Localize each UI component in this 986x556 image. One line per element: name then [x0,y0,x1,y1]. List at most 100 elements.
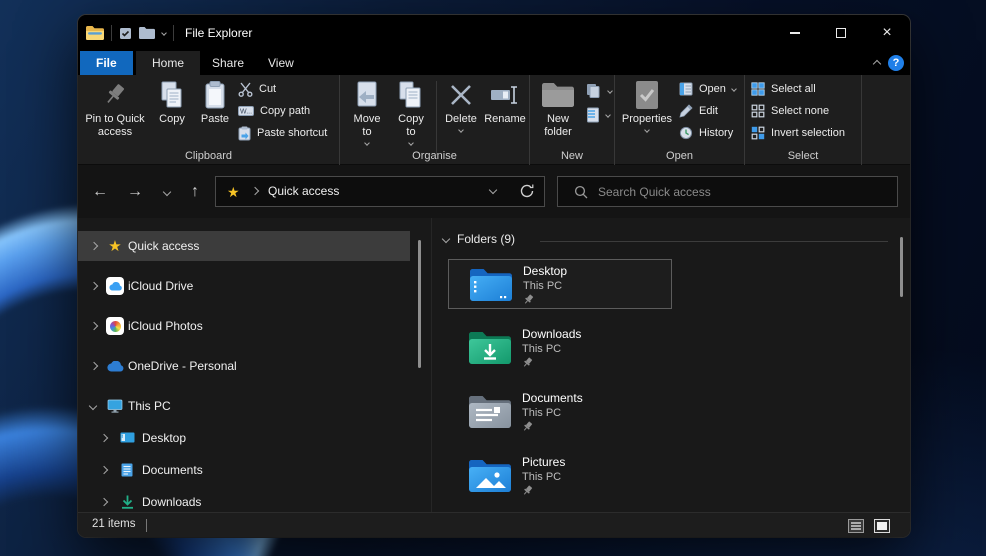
desktop-wallpaper: File Explorer × File Home Share View ? [0,0,986,556]
qat-separator [111,25,112,41]
copy-to-icon [398,77,424,113]
content-scrollbar[interactable] [900,237,903,297]
search-input[interactable] [598,177,878,206]
qat-new-folder-icon[interactable] [139,27,155,39]
search-box[interactable] [557,176,898,207]
section-header-folders[interactable]: Folders (9) [443,232,515,246]
folder-tile-pictures[interactable]: Pictures This PC [448,451,672,501]
address-location[interactable]: Quick access [268,184,339,198]
edit-icon [679,104,693,118]
invert-selection-button[interactable]: Invert selection [751,123,845,143]
expand-chevron-icon[interactable] [90,242,98,250]
open-icon [679,82,693,96]
ribbon: Pin to Quick access Copy Paste [78,75,910,165]
ribbon-group-clipboard: Pin to Quick access Copy Paste [78,75,340,165]
easy-access-button[interactable] [586,105,610,125]
pin-icon [104,77,126,113]
history-icon [679,126,693,140]
details-view-button[interactable] [846,517,866,534]
ribbon-group-organise: Move to Copy to Delete [340,75,530,165]
delete-icon [449,77,473,113]
move-to-button[interactable]: Move to [346,77,388,145]
ribbon-tab-row: File Home Share View ? [78,51,910,75]
tab-view[interactable]: View [252,51,310,75]
documents-folder-icon [468,394,512,430]
address-bar[interactable]: ★ Quick access [215,176,545,207]
expand-chevron-icon[interactable] [100,434,108,442]
new-item-button[interactable] [586,81,612,101]
icloud-photos-icon [106,317,124,335]
sidebar-item-this-pc[interactable]: This PC [78,391,410,421]
properties-icon [634,77,660,113]
delete-dropdown-icon [458,127,464,133]
select-none-button[interactable]: Select none [751,101,829,121]
copy-path-button[interactable]: W... Copy path [238,101,310,121]
title-bar[interactable]: File Explorer × [78,15,910,51]
folder-tile-downloads[interactable]: Downloads This PC [448,323,672,373]
address-dropdown-icon[interactable] [489,186,497,194]
delete-button[interactable]: Delete [440,77,482,132]
quick-access-toolbar: File Explorer [86,15,252,51]
group-label-select: Select [745,150,861,162]
recent-locations-icon[interactable] [154,179,180,205]
status-bar: 21 items [78,512,910,537]
minimize-button[interactable] [772,15,818,51]
sidebar-scrollbar[interactable] [418,240,421,368]
edit-button[interactable]: Edit [679,101,718,121]
status-divider [146,519,147,532]
copy-button[interactable]: Copy [152,77,192,126]
address-crumb-chevron-icon[interactable] [251,187,259,195]
open-dropdown-icon [731,86,737,92]
expand-chevron-icon[interactable] [90,282,98,290]
cut-button[interactable]: Cut [238,79,276,99]
folder-tile-desktop[interactable]: Desktop This PC [448,259,672,309]
copy-to-button[interactable]: Copy to [390,77,432,145]
close-button[interactable]: × [864,15,910,51]
select-all-button[interactable]: Select all [751,79,816,99]
qat-properties-icon[interactable] [119,27,132,40]
sidebar-item-icloud-drive[interactable]: iCloud Drive [78,271,410,301]
new-folder-button[interactable]: New folder [534,77,582,139]
pin-to-quick-access-button[interactable]: Pin to Quick access [82,77,148,139]
collapse-chevron-icon[interactable] [89,402,97,410]
quick-access-star-icon: ★ [106,237,124,255]
help-button[interactable]: ? [888,55,904,71]
expand-chevron-icon[interactable] [100,466,108,474]
rename-button[interactable]: Rename [482,77,528,126]
refresh-icon[interactable] [519,183,535,199]
pinned-icon [522,485,533,496]
easy-access-icon [586,107,600,123]
history-button[interactable]: History [679,123,733,143]
paste-button[interactable]: Paste [195,77,235,126]
group-label-organise: Organise [340,150,529,162]
properties-button[interactable]: Properties [619,77,675,132]
pinned-icon [523,294,534,305]
thumbnail-view-button[interactable] [872,517,892,534]
tab-home[interactable]: Home [136,51,200,75]
sidebar-item-icloud-photos[interactable]: iCloud Photos [78,311,410,341]
items-view: Folders (9) Desktop This PC [433,218,910,512]
tab-file[interactable]: File [80,51,133,75]
expand-chevron-icon[interactable] [90,322,98,330]
folder-tile-documents[interactable]: Documents This PC [448,387,672,437]
sidebar-item-documents[interactable]: Documents [78,455,410,485]
paste-shortcut-button[interactable]: Paste shortcut [238,123,327,143]
select-all-icon [751,82,765,96]
pinned-icon [522,357,533,368]
sidebar-item-desktop[interactable]: Desktop [78,423,410,453]
maximize-button[interactable] [818,15,864,51]
tab-share[interactable]: Share [196,51,260,75]
sidebar-item-onedrive[interactable]: OneDrive - Personal [78,351,410,381]
section-collapse-icon[interactable] [442,235,450,243]
section-rule [540,241,888,242]
back-button[interactable]: ← [87,179,113,205]
open-button[interactable]: Open [679,79,736,99]
forward-button[interactable]: → [122,179,148,205]
collapse-ribbon-icon[interactable] [873,60,881,68]
pinned-icon [522,421,533,432]
expand-chevron-icon[interactable] [90,362,98,370]
up-button[interactable]: ↑ [182,179,208,205]
expand-chevron-icon[interactable] [100,498,108,506]
qat-dropdown-icon[interactable] [161,30,167,36]
sidebar-item-quick-access[interactable]: ★ Quick access [78,231,410,261]
